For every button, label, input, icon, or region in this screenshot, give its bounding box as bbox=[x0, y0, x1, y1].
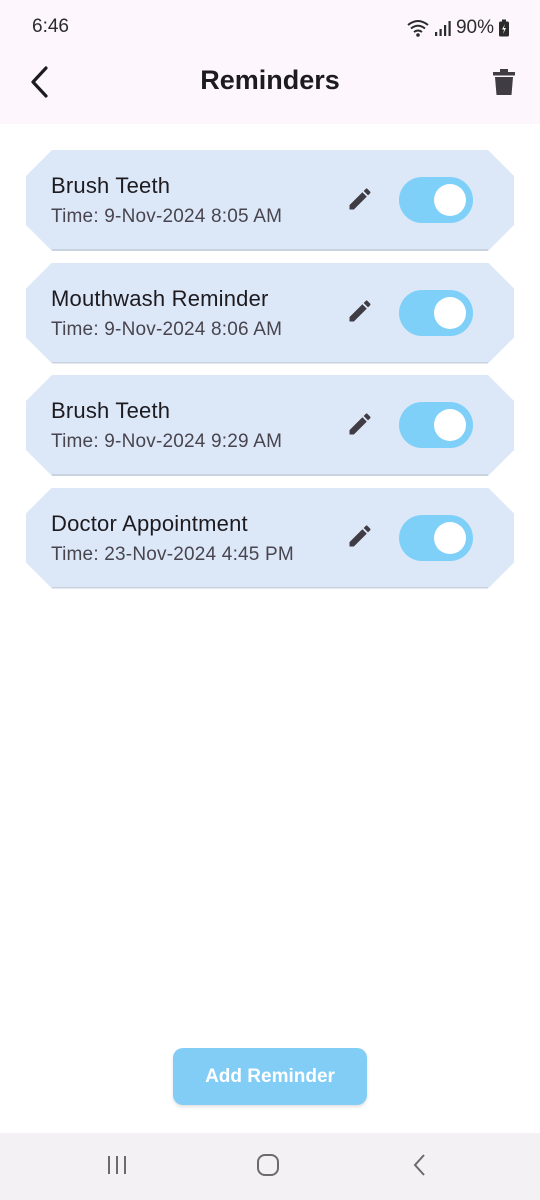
reminder-title: Doctor Appointment bbox=[51, 510, 248, 536]
enabled-toggle[interactable] bbox=[399, 515, 473, 561]
home-button[interactable] bbox=[238, 1145, 298, 1189]
signal-icon bbox=[434, 18, 452, 38]
recents-button[interactable] bbox=[87, 1145, 147, 1189]
reminder-card[interactable]: Mouthwash Reminder Time: 9-Nov-2024 8:06… bbox=[26, 263, 514, 364]
pencil-icon bbox=[346, 410, 374, 443]
toggle-knob bbox=[434, 409, 466, 441]
reminders-list: Brush Teeth Time: 9-Nov-2024 8:05 AM Mou… bbox=[26, 150, 514, 600]
toggle-knob bbox=[434, 522, 466, 554]
back-icon bbox=[408, 1153, 432, 1182]
wifi-icon bbox=[406, 18, 430, 38]
reminder-card[interactable]: Doctor Appointment Time: 23-Nov-2024 4:4… bbox=[26, 488, 514, 589]
toggle-knob bbox=[434, 297, 466, 329]
add-reminder-button[interactable]: Add Reminder bbox=[173, 1048, 367, 1105]
enabled-toggle[interactable] bbox=[399, 402, 473, 448]
home-icon bbox=[256, 1153, 280, 1182]
reminder-time: Time: 9-Nov-2024 9:29 AM bbox=[51, 431, 283, 452]
reminder-time: Time: 9-Nov-2024 8:05 AM bbox=[51, 206, 283, 227]
reminder-title: Mouthwash Reminder bbox=[51, 285, 269, 311]
edit-button[interactable] bbox=[344, 523, 376, 555]
reminder-time: Time: 9-Nov-2024 8:06 AM bbox=[51, 318, 283, 340]
reminder-title: Brush Teeth bbox=[51, 398, 171, 423]
recents-icon bbox=[105, 1153, 129, 1182]
edit-button[interactable] bbox=[344, 410, 376, 442]
pencil-icon bbox=[346, 297, 374, 330]
trash-icon bbox=[493, 68, 515, 101]
reminder-time: Time: 23-Nov-2024 4:45 PM bbox=[51, 543, 294, 565]
enabled-toggle[interactable] bbox=[399, 290, 473, 336]
edit-button[interactable] bbox=[344, 185, 376, 217]
app-bar: Reminders bbox=[0, 56, 540, 124]
reminder-title: Brush Teeth bbox=[51, 173, 171, 198]
delete-all-button[interactable] bbox=[488, 64, 520, 104]
enabled-toggle[interactable] bbox=[399, 177, 473, 223]
reminder-card[interactable]: Brush Teeth Time: 9-Nov-2024 9:29 AM bbox=[26, 375, 514, 476]
page-title: Reminders bbox=[200, 65, 340, 95]
battery-icon bbox=[498, 18, 510, 38]
reminder-card[interactable]: Brush Teeth Time: 9-Nov-2024 8:05 AM bbox=[26, 150, 514, 251]
pencil-icon bbox=[346, 522, 374, 555]
status-time: 6:46 bbox=[32, 16, 69, 37]
status-icons: 90% bbox=[406, 16, 510, 40]
pencil-icon bbox=[346, 185, 374, 218]
edit-button[interactable] bbox=[344, 298, 376, 330]
battery-percent: 90% bbox=[455, 17, 494, 38]
toggle-knob bbox=[434, 184, 466, 216]
status-bar: 6:46 90% bbox=[0, 0, 540, 56]
system-nav-bar bbox=[0, 1133, 540, 1200]
nav-back-button[interactable] bbox=[390, 1145, 450, 1189]
